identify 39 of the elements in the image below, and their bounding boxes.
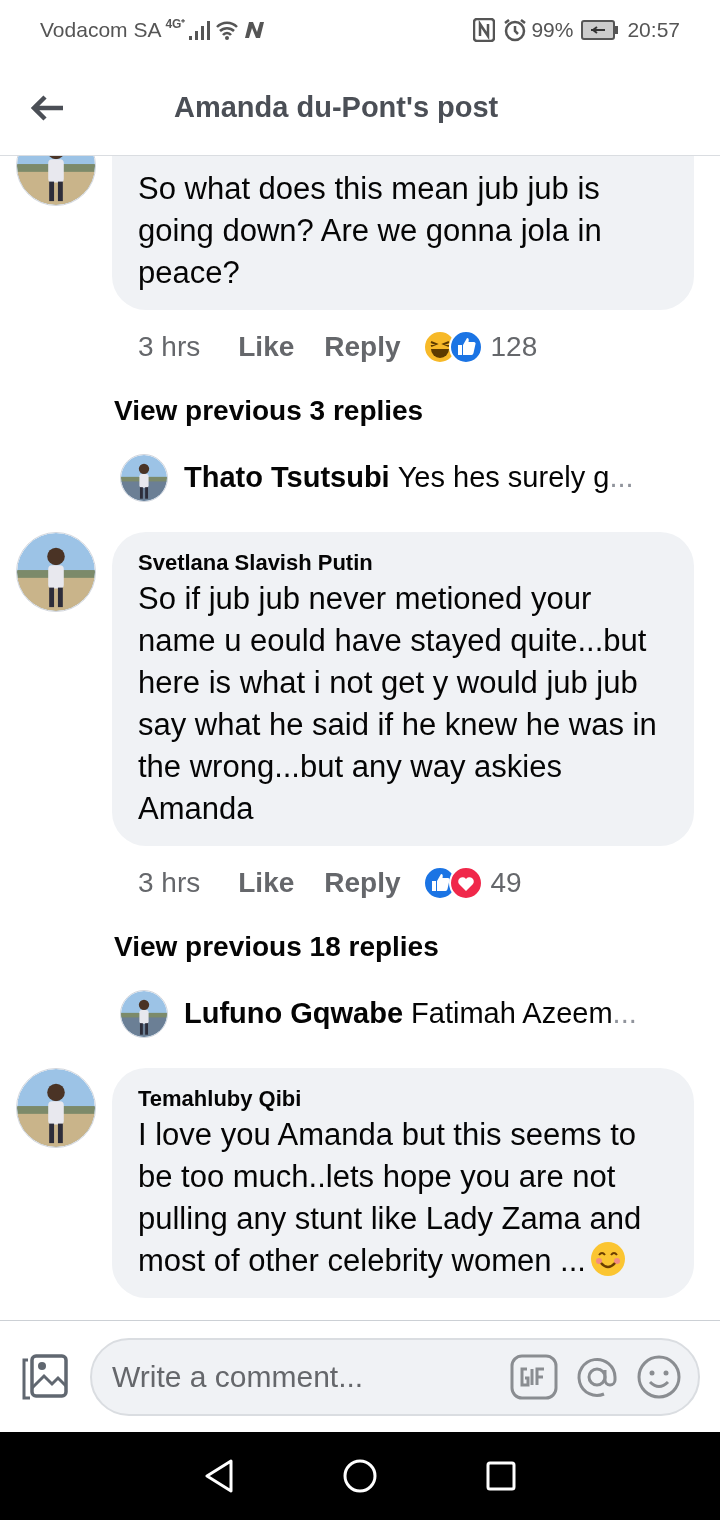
- emoji-icon[interactable]: [636, 1353, 682, 1400]
- gif-icon[interactable]: [510, 1353, 558, 1400]
- reply-preview[interactable]: Yes hes surely g...: [397, 456, 634, 500]
- smiling-face-icon: [589, 1241, 626, 1277]
- reaction-count: 49: [490, 866, 522, 900]
- comment-text: So what does this mean jub jub is going down? Are we gonna jola in peace?: [138, 170, 603, 292]
- page-title: Amanda du-Pont's post: [174, 89, 499, 125]
- comment-author[interactable]: Temahluby Qibi: [138, 1084, 668, 1114]
- signal-icon: [189, 20, 212, 40]
- view-replies-link[interactable]: View previous 3 replies: [114, 390, 720, 432]
- nfc-icon: [473, 18, 496, 42]
- clock-time: 20:57: [627, 17, 680, 44]
- comment-input[interactable]: Write a comment...: [112, 1354, 510, 1399]
- comment-time: 3 hrs: [138, 330, 201, 364]
- like-link[interactable]: Like: [238, 326, 295, 368]
- recents-nav-icon[interactable]: [485, 1461, 516, 1491]
- comment-text: So if jub jub never metioned your name u eould have stayed quite...but here is what i not get y would jub jub say what he said if he knew he was in the wrong...but any way askies Amanda: [138, 580, 658, 828]
- alarm-icon: [503, 18, 528, 42]
- comment-author[interactable]: Svetlana Slavish Putin: [138, 548, 668, 578]
- view-replies-link[interactable]: View previous 18 replies: [114, 926, 720, 968]
- reply-author[interactable]: Lufuno Gqwabe: [184, 992, 404, 1036]
- reply-author[interactable]: Thato Tsutsubi: [184, 456, 390, 500]
- reply-preview[interactable]: Fatimah Azeem...: [411, 992, 637, 1036]
- photo-icon[interactable]: [20, 1353, 70, 1400]
- thumbs-up-icon: [448, 330, 483, 364]
- like-link[interactable]: Like: [238, 862, 295, 904]
- carrier-name: Vodacom SA: [40, 17, 162, 44]
- wifi-icon: [215, 20, 240, 40]
- comment-text: I love you Amanda but this seems to be too much..lets hope you are not pulling any stunt like Lady Zama and most of other celebrity women ...: [138, 1116, 643, 1280]
- home-nav-icon[interactable]: [343, 1459, 377, 1493]
- comment-time: 3 hrs: [138, 866, 201, 900]
- reply-link[interactable]: Reply: [324, 862, 401, 904]
- battery-percent: 99%: [531, 17, 574, 44]
- reply-link[interactable]: Reply: [324, 326, 401, 368]
- network-type: 4G⁺: [165, 16, 186, 33]
- battery-icon: [581, 20, 620, 40]
- reaction-count: 128: [490, 330, 538, 364]
- comment-field[interactable]: Write a comment...: [90, 1337, 700, 1416]
- back-nav-icon[interactable]: [204, 1459, 235, 1493]
